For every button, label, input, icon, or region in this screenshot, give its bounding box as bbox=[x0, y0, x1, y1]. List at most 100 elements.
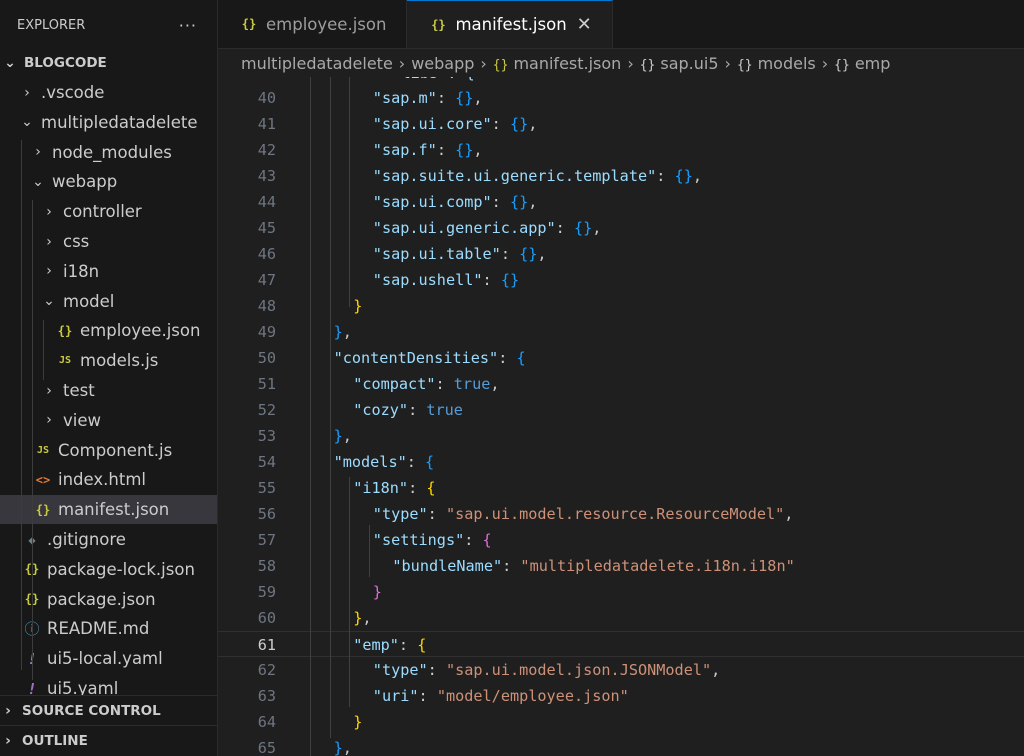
breadcrumb-label: webapp bbox=[411, 53, 475, 73]
line-number: 49 bbox=[257, 323, 276, 341]
line-number: 46 bbox=[257, 245, 276, 263]
indent-guide bbox=[43, 320, 44, 380]
tree-root-blogcode[interactable]: ⌄ BLOGCODE bbox=[0, 48, 217, 77]
code-token: , bbox=[473, 89, 483, 107]
tab-employee-json[interactable]: {} employee.json bbox=[218, 0, 408, 48]
line-number: 53 bbox=[257, 427, 276, 445]
tree-item-label: index.html bbox=[58, 470, 146, 490]
indent-guide bbox=[329, 77, 331, 738]
breadcrumb-segment[interactable]: {} sap.ui5 bbox=[640, 54, 719, 73]
outline-section[interactable]: › OUTLINE bbox=[0, 725, 217, 756]
tree-item-node-modules[interactable]: › node_modules bbox=[0, 138, 217, 167]
json-file-icon: {} bbox=[241, 17, 257, 31]
code-token: {} bbox=[573, 219, 593, 237]
code-token: {} bbox=[519, 245, 538, 263]
close-icon[interactable]: ✕ bbox=[577, 14, 592, 35]
code-token: "contentDensities" bbox=[333, 349, 499, 367]
code-token: : bbox=[491, 115, 510, 133]
code-text: "models": { bbox=[334, 449, 435, 475]
tree-item-label: ui5-local.yaml bbox=[47, 649, 163, 669]
line-number: 52 bbox=[257, 401, 276, 419]
code-token: , bbox=[490, 375, 500, 393]
code-token: , bbox=[528, 193, 538, 211]
explorer-sidebar: EXPLORER ··· ⌄ BLOGCODE › .vscode ⌄ multipled… bbox=[0, 0, 218, 756]
tab-manifest-json[interactable]: {} manifest.json ✕ bbox=[407, 0, 613, 48]
chevron-right-icon: › bbox=[724, 53, 731, 73]
code-token: : bbox=[464, 531, 483, 549]
json-file-icon: {} bbox=[35, 502, 51, 517]
code-editor[interactable]: "libs": {40 "sap.m": {}, 41 "sap.ui.core": … bbox=[218, 77, 1024, 756]
breadcrumb-label: sap.ui5 bbox=[660, 53, 719, 73]
line-number: 44 bbox=[257, 193, 276, 211]
breadcrumb-segment[interactable]: {} manifest.json bbox=[493, 54, 622, 73]
breadcrumb-segment[interactable]: {} emp bbox=[834, 54, 890, 73]
code-line: 64} bbox=[218, 709, 1024, 735]
code-text: "settings": { bbox=[373, 527, 492, 553]
code-text: "emp": { bbox=[353, 632, 426, 658]
breadcrumb-segment[interactable]: {} models bbox=[737, 54, 816, 73]
breadcrumb-segment[interactable]: webapp bbox=[411, 54, 474, 73]
tree-item-label: controller bbox=[63, 202, 142, 222]
tree-item-webapp[interactable]: ⌄ webapp bbox=[0, 167, 217, 196]
code-token: : bbox=[408, 401, 427, 419]
source-control-label: SOURCE CONTROL bbox=[22, 703, 161, 719]
code-line: 44 "sap.ui.comp": {}, bbox=[218, 189, 1024, 215]
code-token: {} bbox=[509, 115, 529, 133]
code-line: 50 "contentDensities": { bbox=[218, 345, 1024, 371]
code-token: "sap.m" bbox=[372, 89, 437, 107]
code-text: "sap.f": {}, bbox=[373, 137, 483, 163]
code-text: "sap.ushell": {} bbox=[373, 267, 519, 293]
js-file-icon: JS bbox=[36, 444, 50, 456]
line-number: 40 bbox=[257, 89, 276, 107]
explorer-header: EXPLORER ··· bbox=[0, 0, 217, 50]
line-number: 63 bbox=[257, 687, 276, 705]
line-number: 61 bbox=[257, 636, 276, 654]
code-token: "sap.ui.model.json.JSONModel" bbox=[445, 661, 712, 679]
line-number: 58 bbox=[257, 557, 276, 575]
code-token: "emp" bbox=[353, 636, 399, 654]
code-text: } bbox=[353, 709, 362, 735]
indent-guide bbox=[368, 525, 370, 577]
code-line: 42 "sap.f": {}, bbox=[218, 137, 1024, 163]
line-number: 57 bbox=[257, 531, 276, 549]
code-token: : bbox=[555, 219, 574, 237]
source-control-section[interactable]: › SOURCE CONTROL bbox=[0, 695, 217, 726]
chevron-right-icon: › bbox=[627, 53, 634, 73]
line-number: 54 bbox=[257, 453, 276, 471]
code-token: , bbox=[473, 141, 483, 159]
tree-item-label: README.md bbox=[47, 619, 150, 639]
code-text: "type": "sap.ui.model.resource.ResourceM… bbox=[373, 501, 794, 527]
code-token: : bbox=[427, 505, 446, 523]
tree-item-label: .vscode bbox=[41, 83, 105, 102]
code-token: , bbox=[528, 115, 538, 133]
code-token: , bbox=[711, 661, 721, 679]
line-number: 51 bbox=[257, 375, 276, 393]
indent-guide bbox=[349, 477, 351, 707]
code-token: "type" bbox=[372, 505, 428, 523]
more-actions-icon[interactable]: ··· bbox=[179, 16, 197, 35]
indent-guide bbox=[349, 77, 351, 307]
json-file-icon: {} bbox=[57, 323, 73, 338]
tree-item-label: test bbox=[63, 381, 95, 400]
code-token: , bbox=[692, 167, 702, 185]
code-text: "sap.m": {}, bbox=[373, 85, 483, 111]
chevron-right-icon: › bbox=[398, 53, 406, 73]
chevron-down-icon: ⌄ bbox=[4, 54, 16, 71]
code-token: {} bbox=[455, 141, 474, 159]
code-token: , bbox=[784, 505, 794, 523]
code-token: } bbox=[333, 323, 343, 341]
code-text: "type": "sap.ui.model.json.JSONModel", bbox=[373, 657, 721, 683]
line-number: 42 bbox=[257, 141, 276, 159]
tree-item-label: employee.json bbox=[80, 321, 201, 341]
tree-item-vscode[interactable]: › .vscode bbox=[0, 78, 217, 107]
code-token: "compact" bbox=[353, 375, 436, 393]
code-line: 59} bbox=[218, 579, 1024, 605]
code-token: : bbox=[435, 375, 454, 393]
tree-item-label: node_modules bbox=[52, 142, 172, 162]
tree-item-label: models.js bbox=[80, 351, 159, 371]
code-token: : bbox=[482, 271, 501, 289]
tree-item-multipledatadelete[interactable]: ⌄ multipledatadelete bbox=[0, 108, 217, 137]
code-token: , bbox=[342, 323, 352, 341]
breadcrumb-segment[interactable]: multipledatadelete bbox=[241, 54, 393, 73]
code-line: 43 "sap.suite.ui.generic.template": {}, bbox=[218, 163, 1024, 189]
